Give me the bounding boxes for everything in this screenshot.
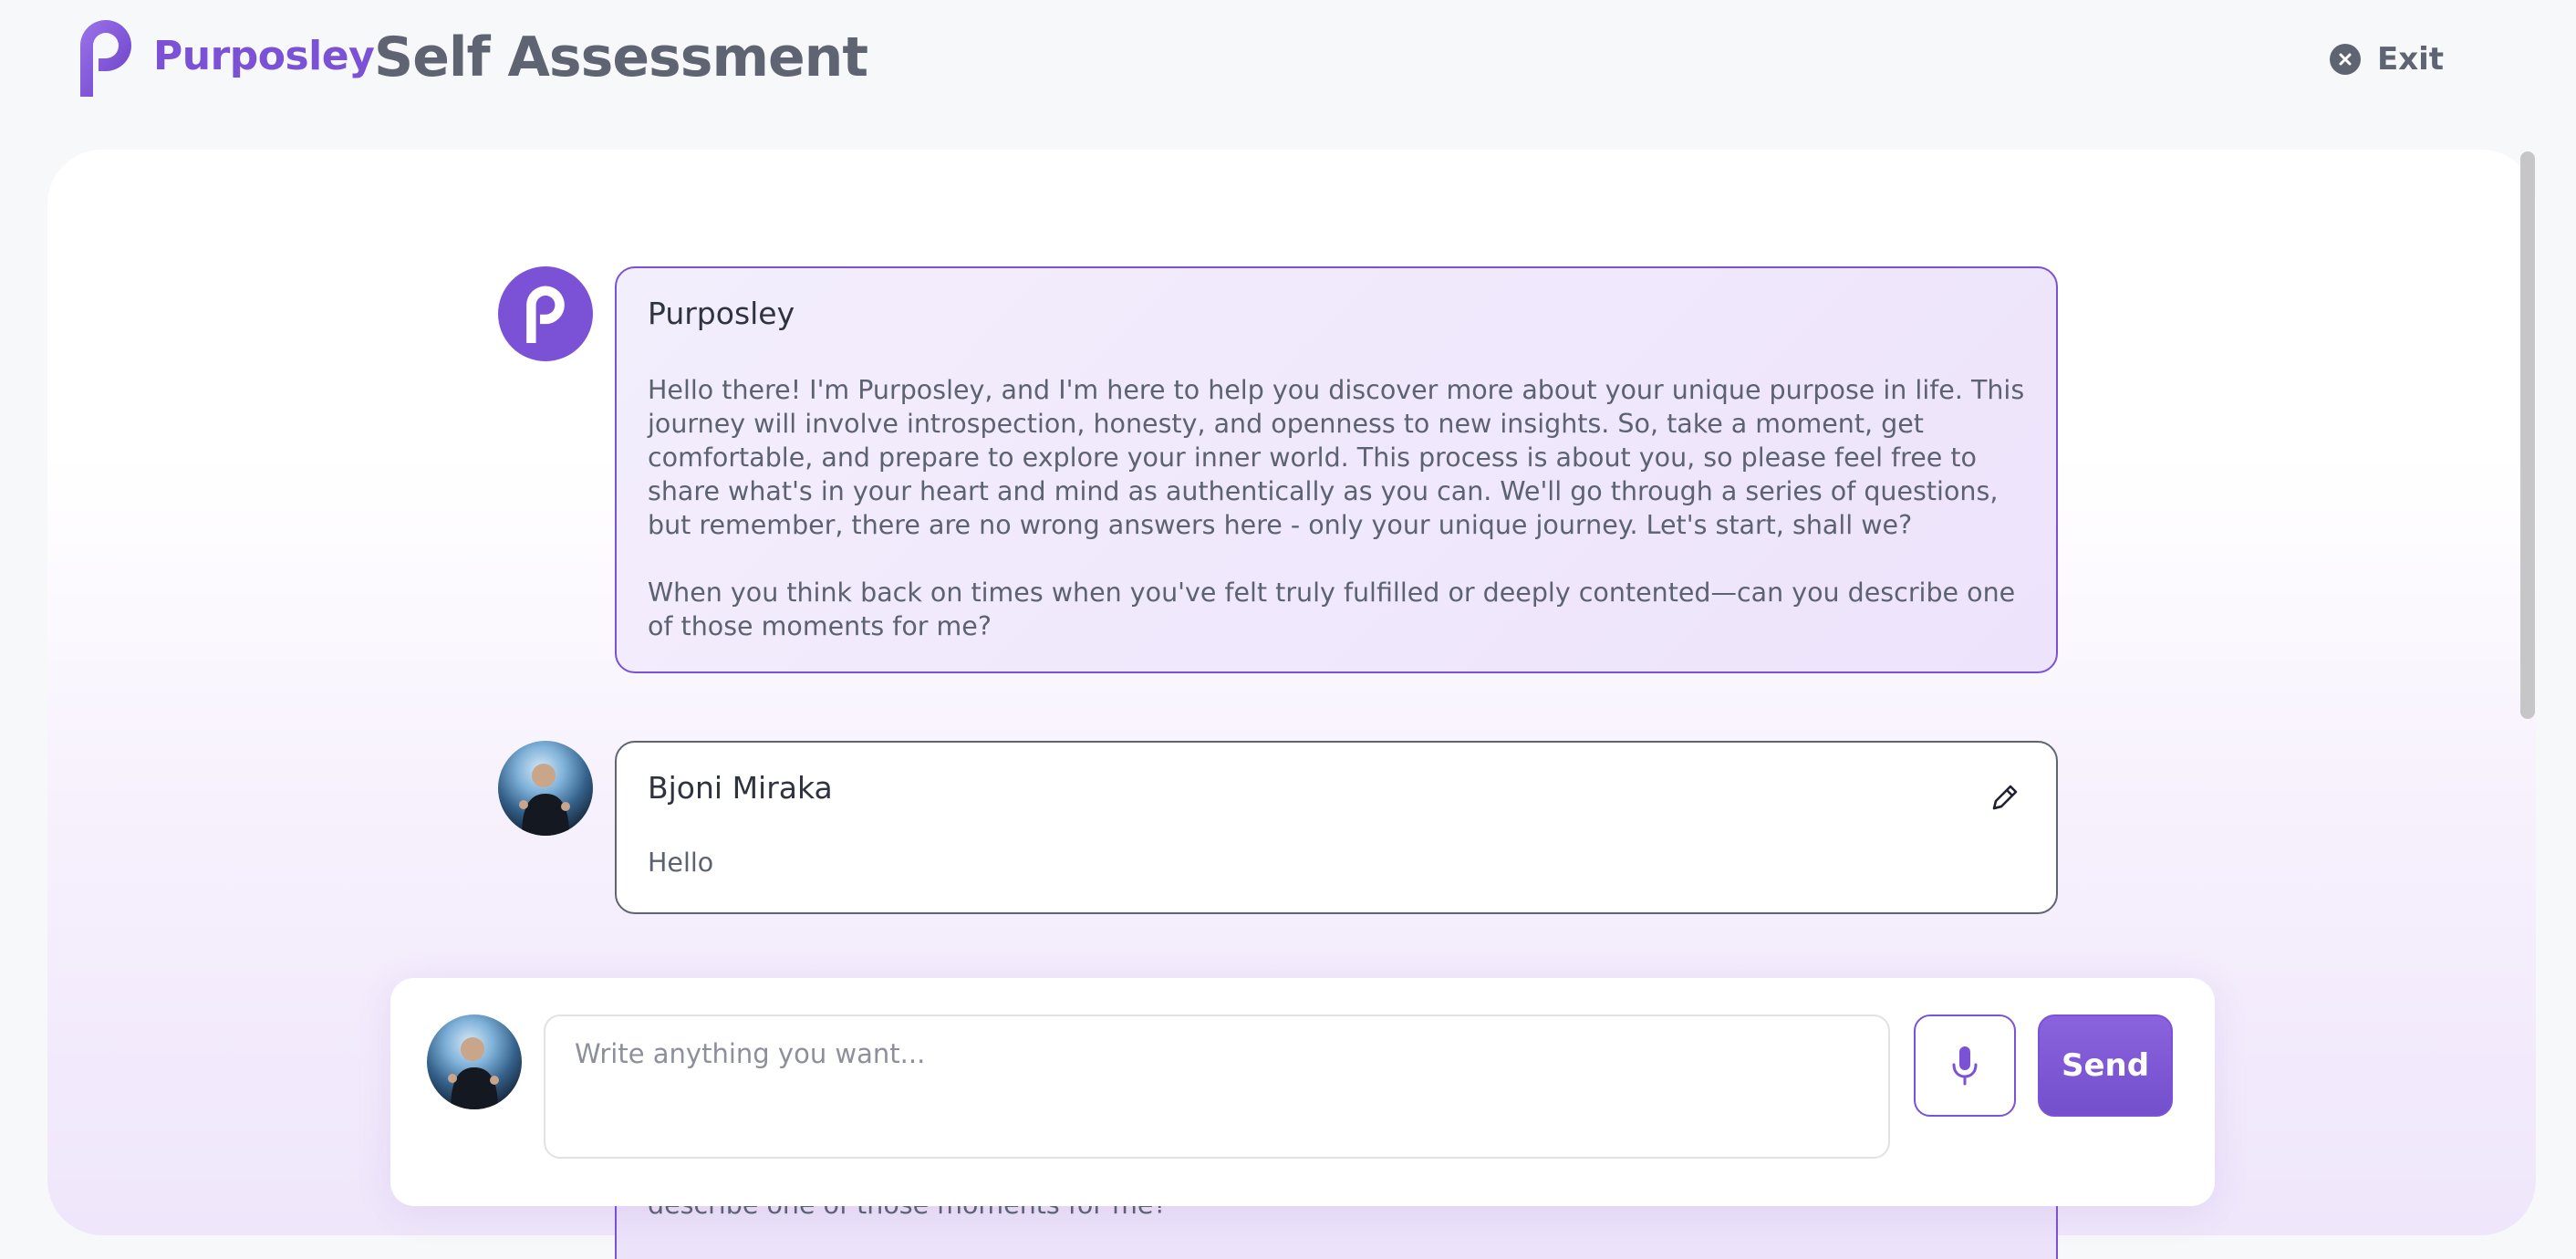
purposley-logo-icon [526,286,565,343]
message-composer: Send [390,978,2215,1206]
brand-name[interactable]: Purposley [153,33,375,79]
exit-button[interactable]: Exit [2330,36,2444,82]
purposley-logo-icon[interactable] [75,18,137,97]
exit-label: Exit [2377,41,2445,78]
message-text: Hello there! I'm Purposley, and I'm here… [648,373,2025,643]
page-title: Self Assessment [374,26,868,89]
user-avatar [498,741,593,836]
microphone-button[interactable] [1914,1014,2016,1117]
app-header: Purposley Self Assessment Exit [0,0,2576,119]
purposley-avatar [498,266,593,361]
microphone-icon [1952,1046,1978,1086]
message-paragraph: Hello there! I'm Purposley, and I'm here… [648,375,2025,540]
message-bubble-bot: Purposley Hello there! I'm Purposley, an… [615,266,2058,673]
message-text: Hello [648,848,714,878]
message-paragraph: When you think back on times when you've… [648,577,2016,641]
message-bubble-user: Bjoni Miraka Hello [615,741,2058,914]
send-button[interactable]: Send [2038,1014,2173,1117]
message-sender: Purposley [648,296,795,331]
edit-icon[interactable] [1987,779,2023,816]
message-input[interactable] [544,1014,1890,1159]
close-icon [2330,44,2361,75]
scrollbar-thumb[interactable] [2520,151,2535,719]
message-sender: Bjoni Miraka [648,770,833,806]
user-avatar [427,1014,522,1109]
